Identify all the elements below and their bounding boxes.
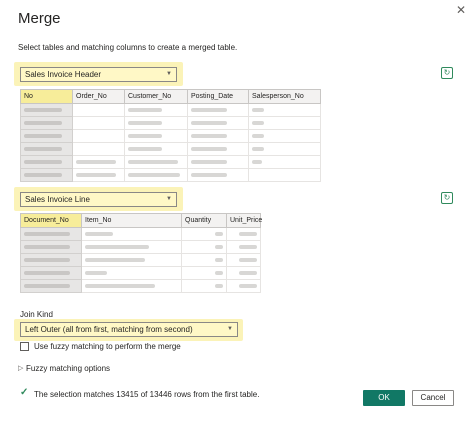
match-status-text: The selection matches 13415 of 13446 row…: [34, 390, 260, 399]
join-kind-dropdown-value: Left Outer (all from first, matching fro…: [25, 325, 193, 334]
ok-button[interactable]: OK: [363, 390, 405, 406]
join-kind-dropdown[interactable]: Left Outer (all from first, matching fro…: [20, 322, 238, 337]
table-row: [20, 266, 261, 280]
fuzzy-matching-label[interactable]: Use fuzzy matching to perform the merge: [34, 342, 181, 351]
column-header-no[interactable]: No: [20, 89, 73, 104]
fuzzy-matching-options-toggle[interactable]: Fuzzy matching options: [26, 364, 110, 373]
column-header-order-no[interactable]: Order_No: [72, 89, 125, 104]
table-row: [20, 155, 321, 169]
table-row: [20, 240, 261, 254]
table-row: [20, 142, 321, 156]
column-header-document-no[interactable]: Document_No: [20, 213, 82, 228]
second-table-preview: Document_No Item_No Quantity Unit_Price: [20, 213, 262, 293]
second-table-dropdown-value: Sales Invoice Line: [25, 195, 90, 204]
expand-chevron-icon[interactable]: ▷: [18, 364, 23, 372]
checkmark-icon: ✓: [20, 387, 29, 398]
table-row: [20, 129, 321, 143]
dialog-subtitle: Select tables and matching columns to cr…: [18, 43, 238, 52]
chevron-down-icon: ▼: [166, 71, 172, 77]
dialog-title: Merge: [18, 10, 61, 27]
column-header-unit-price[interactable]: Unit_Price: [226, 213, 262, 228]
table-row: [20, 279, 261, 293]
chevron-down-icon: ▼: [227, 326, 233, 332]
first-table-dropdown-value: Sales Invoice Header: [25, 70, 102, 79]
chevron-down-icon: ▼: [166, 196, 172, 202]
column-header-item-no[interactable]: Item_No: [81, 213, 182, 228]
table-row: [20, 168, 321, 182]
column-header-customer-no[interactable]: Customer_No: [124, 89, 188, 104]
first-table-preview: No Order_No Customer_No Posting_Date Sal…: [20, 89, 321, 182]
table-row: [20, 103, 321, 117]
fuzzy-matching-checkbox[interactable]: [20, 342, 29, 351]
second-table-dropdown[interactable]: Sales Invoice Line ▼: [20, 192, 177, 207]
column-header-salesperson-no[interactable]: Salesperson_No: [248, 89, 321, 104]
close-icon[interactable]: ✕: [452, 2, 470, 18]
column-header-posting-date[interactable]: Posting_Date: [187, 89, 249, 104]
table-row: [20, 227, 261, 241]
first-table-dropdown[interactable]: Sales Invoice Header ▼: [20, 67, 177, 82]
column-header-quantity[interactable]: Quantity: [181, 213, 227, 228]
table-row: [20, 253, 261, 267]
join-kind-label: Join Kind: [20, 310, 53, 319]
refresh-preview-icon[interactable]: ↻: [441, 67, 453, 79]
refresh-preview-icon[interactable]: ↻: [441, 192, 453, 204]
cancel-button[interactable]: Cancel: [412, 390, 454, 406]
table-row: [20, 116, 321, 130]
